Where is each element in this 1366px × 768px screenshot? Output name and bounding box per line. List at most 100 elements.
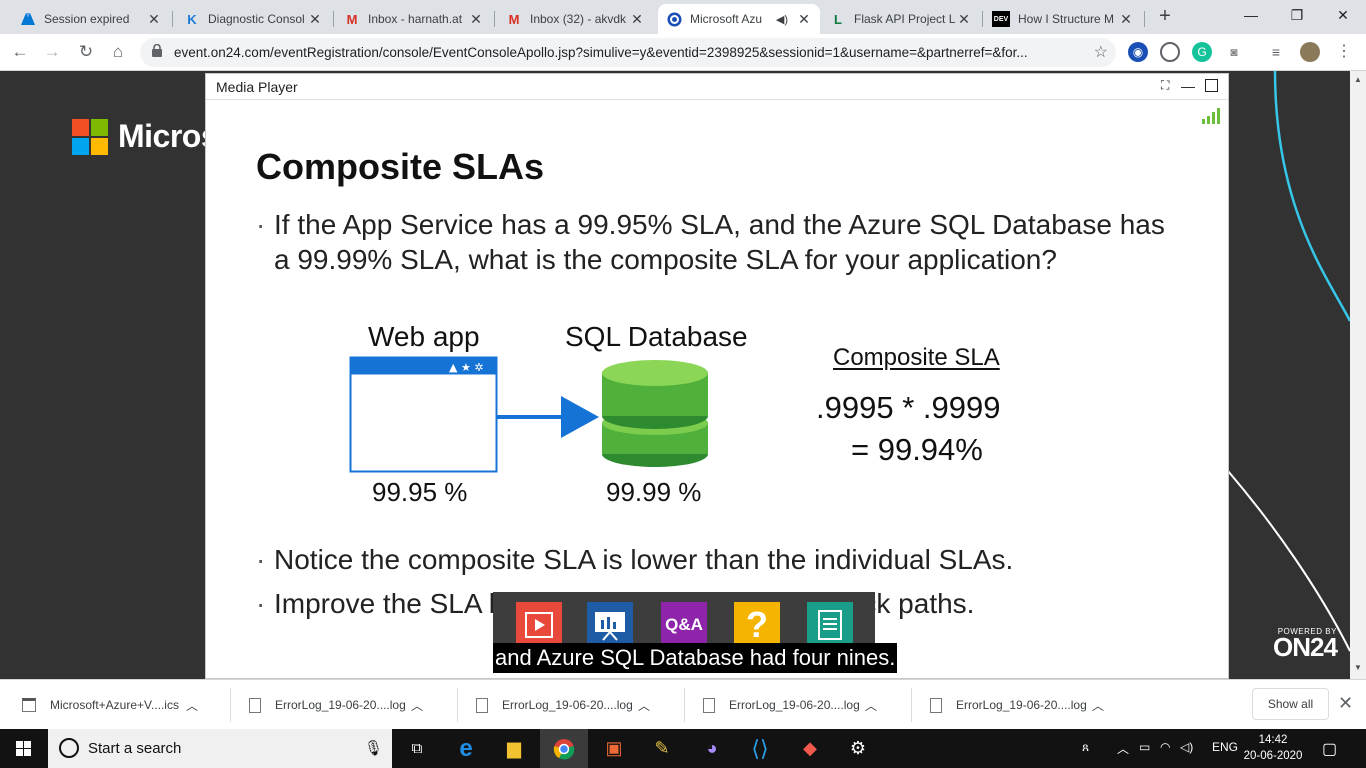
tab-microsoft-azure[interactable]: Microsoft Azu ◀) ✕ <box>658 4 820 34</box>
chevron-up-icon[interactable]: ︿ <box>638 697 650 714</box>
reload-icon[interactable]: ↻ <box>74 40 98 64</box>
language-indicator[interactable]: ENG <box>1212 740 1238 754</box>
close-icon[interactable]: ✕ <box>146 11 162 28</box>
close-icon[interactable]: ✕ <box>796 11 812 28</box>
tab-gmail-akvdk[interactable]: M Inbox (32) - akvdk ✕ <box>498 4 653 34</box>
chevron-up-icon[interactable]: ︿ <box>411 697 423 714</box>
tool-icon[interactable]: ✎ <box>638 729 686 768</box>
taskbar-clock[interactable]: 14:42 20-06-2020 <box>1243 732 1303 764</box>
scroll-up-icon[interactable]: ▲ <box>1354 75 1362 84</box>
tab-flask-api[interactable]: L Flask API Project L ✕ <box>822 4 980 34</box>
scroll-down-icon[interactable]: ▼ <box>1354 663 1362 672</box>
tab-gmail-harnath[interactable]: M Inbox - harnath.at ✕ <box>336 4 492 34</box>
composite-formula: .9995 * .9999 <box>816 390 1001 425</box>
tab-title: Flask API Project L <box>854 12 956 26</box>
close-icon[interactable]: ✕ <box>307 11 323 28</box>
signal-strength-icon <box>1202 108 1220 124</box>
url-text: event.on24.com/eventRegistration/console… <box>174 45 1028 60</box>
menu-icon[interactable]: ⋮ <box>1334 42 1354 62</box>
task-view-icon[interactable]: ⧉ <box>393 729 441 768</box>
media-control-icon[interactable]: ≡ <box>1266 42 1286 62</box>
gmail-icon: M <box>508 11 520 27</box>
vscode-icon[interactable]: ⟨⟩ <box>736 729 784 768</box>
minimize-player-icon[interactable]: — <box>1181 78 1195 94</box>
media-widget-icon[interactable] <box>516 602 562 648</box>
download-item[interactable]: ErrorLog_19-06-20....log ︿ <box>476 680 650 730</box>
close-icon[interactable]: ✕ <box>468 11 484 28</box>
chevron-up-icon[interactable]: ︿ <box>1092 697 1104 714</box>
on24-icon <box>666 11 682 27</box>
postman-icon[interactable]: ◆ <box>786 729 834 768</box>
extension-icon[interactable]: ◉ <box>1128 42 1148 62</box>
notification-icon[interactable]: ▢ <box>1322 739 1337 759</box>
fullscreen-icon[interactable]: ⛶ <box>1161 78 1169 93</box>
grammarly-icon[interactable]: G <box>1192 42 1212 62</box>
show-all-button[interactable]: Show all <box>1252 688 1329 720</box>
profile-avatar[interactable] <box>1300 42 1320 62</box>
tab-strip: Session expired ✕ K Diagnostic Consol ✕ … <box>0 0 1366 34</box>
page-scrollbar[interactable]: ▲ ▼ <box>1350 71 1366 679</box>
slides-widget-icon[interactable] <box>587 602 633 648</box>
tab-session-expired[interactable]: Session expired ✕ <box>12 4 170 34</box>
forward-arrow-icon[interactable]: → <box>40 40 64 64</box>
download-item[interactable]: Microsoft+Azure+V....ics ︿ <box>22 680 198 730</box>
bookmark-star-icon[interactable]: ☆ <box>1094 42 1108 62</box>
extension-q-icon[interactable] <box>1160 42 1180 62</box>
web-app-label: Web app <box>368 321 480 352</box>
camera-icon[interactable]: ◙ <box>1224 42 1244 62</box>
address-bar[interactable]: event.on24.com/eventRegistration/console… <box>140 38 1116 67</box>
flask-icon: L <box>834 11 842 27</box>
chevron-up-icon[interactable]: ︿ <box>865 697 877 714</box>
tab-diagnostic-console[interactable]: K Diagnostic Consol ✕ <box>176 4 331 34</box>
close-icon[interactable]: ✕ <box>956 11 972 28</box>
sublime-icon[interactable]: ▣ <box>590 729 638 768</box>
new-tab-button[interactable]: + <box>1154 5 1176 27</box>
download-item[interactable]: ErrorLog_19-06-20....log ︿ <box>249 680 423 730</box>
download-separator <box>911 688 912 722</box>
sql-database-sla-value: 99.99 % <box>606 477 702 507</box>
clock-time: 14:42 <box>1258 734 1288 746</box>
taskbar-search-box[interactable]: Start a search 🎙 <box>48 729 392 768</box>
volume-icon[interactable]: ◁) <box>1180 740 1193 754</box>
tab-dev-structure[interactable]: DEV How I Structure M ✕ <box>984 4 1142 34</box>
home-icon[interactable]: ⌂ <box>106 40 130 64</box>
download-separator <box>684 688 685 722</box>
slide-bullet-1: · If the App Service has a 99.95% SLA, an… <box>256 209 1165 240</box>
download-item[interactable]: ErrorLog_19-06-20....log ︿ <box>930 680 1104 730</box>
battery-icon[interactable]: ▭ <box>1139 740 1150 754</box>
on24-powered-by-logo: POWERED BY ON24 <box>1273 627 1338 660</box>
close-icon[interactable]: ✕ <box>629 11 645 28</box>
windows-start-icon[interactable] <box>0 729 48 768</box>
wifi-icon[interactable]: ◠ <box>1160 740 1170 754</box>
maximize-button[interactable]: ❐ <box>1274 0 1320 30</box>
tab-title: Inbox - harnath.at <box>368 12 463 26</box>
close-icon[interactable]: ✕ <box>1118 11 1134 28</box>
bullet-2-text: Notice the composite SLA is lower than t… <box>274 544 1014 575</box>
tab-separator <box>494 11 495 27</box>
microphone-icon[interactable]: 🎙 <box>364 739 383 757</box>
help-widget[interactable]: ? <box>734 602 780 648</box>
file-icon <box>703 697 715 713</box>
edge-icon[interactable]: e <box>442 729 490 768</box>
download-item[interactable]: ErrorLog_19-06-20....log ︿ <box>703 680 877 730</box>
maximize-player-icon[interactable] <box>1205 79 1218 92</box>
minimize-button[interactable]: — <box>1228 0 1274 30</box>
file-icon <box>930 697 942 713</box>
close-downloads-icon[interactable]: ✕ <box>1338 693 1353 714</box>
settings-gear-icon[interactable]: ⚙ <box>834 729 882 768</box>
back-arrow-icon[interactable]: ← <box>8 40 32 64</box>
people-icon[interactable]: ጸ <box>1082 740 1089 755</box>
tray-chevron-icon[interactable]: ︿ <box>1117 740 1129 757</box>
media-player: Media Player ⛶ — Composite SLAs · If the … <box>205 73 1229 679</box>
tab-separator <box>172 11 173 27</box>
github-desktop-icon[interactable]: ◕ <box>688 729 736 768</box>
qa-widget[interactable]: Q&A <box>661 602 707 648</box>
lock-icon <box>152 44 162 57</box>
chevron-up-icon[interactable]: ︿ <box>186 697 198 714</box>
resources-widget-icon[interactable] <box>807 602 853 648</box>
chrome-icon[interactable] <box>540 729 588 768</box>
close-window-button[interactable]: ✕ <box>1320 0 1366 30</box>
bullet-1-line-1: If the App Service has a 99.95% SLA, and… <box>274 209 1165 240</box>
file-explorer-icon[interactable]: ▆ <box>490 729 538 768</box>
speaker-icon[interactable]: ◀) <box>776 13 788 26</box>
